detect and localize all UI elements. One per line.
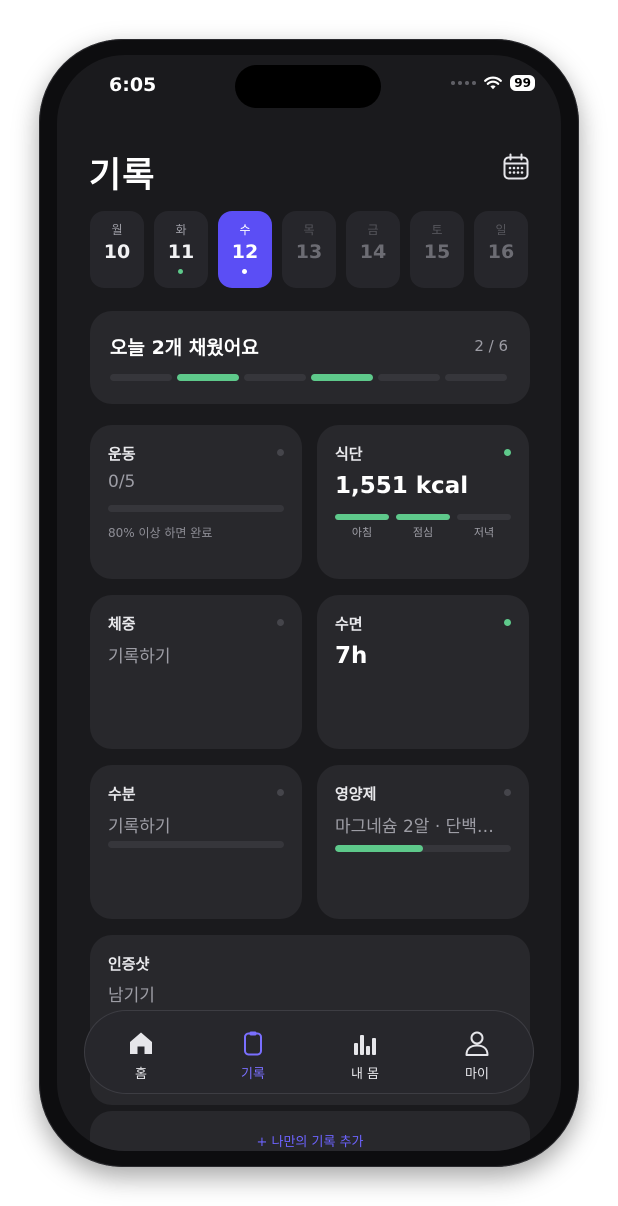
card-title: 수면 [335, 615, 363, 633]
signal-icon [451, 81, 477, 85]
status-icons: 99 [451, 75, 535, 91]
tab-my-body[interactable]: 내 몸 [315, 1011, 415, 1095]
status-dot [504, 449, 511, 456]
day-thu[interactable]: 목 13 [282, 211, 336, 288]
app-screen: 6:05 99 기록 월 10 화 11 수 12 목 13 금 14 토 15… [57, 55, 561, 1151]
card-title: 운동 [108, 445, 136, 463]
card-supplements[interactable]: 영양제 마그네슘 2알 · 단백… [317, 765, 529, 919]
day-fri[interactable]: 금 14 [346, 211, 400, 288]
tab-home[interactable]: 홈 [91, 1011, 191, 1095]
status-dot [504, 619, 511, 626]
phone-frame: 6:05 99 기록 월 10 화 11 수 12 목 13 금 14 토 15… [39, 39, 579, 1167]
day-sat[interactable]: 토 15 [410, 211, 464, 288]
weight-value: 기록하기 [108, 647, 171, 667]
home-icon [130, 1032, 152, 1054]
bar-chart-icon [354, 1035, 376, 1055]
progress-segment [378, 374, 440, 381]
meal-label: 점심 [412, 526, 434, 539]
meal-segment-breakfast [335, 514, 389, 520]
meal-label: 저녁 [473, 526, 495, 539]
summary-count: 2 / 6 [474, 337, 508, 355]
day-name: 토 [431, 223, 443, 237]
day-name: 화 [175, 223, 187, 237]
meal-label: 아침 [351, 526, 373, 539]
day-number: 14 [359, 241, 387, 263]
dynamic-island [235, 65, 381, 108]
exercise-value: 0/5 [108, 472, 136, 492]
day-name: 월 [111, 223, 123, 237]
progress-segment [110, 374, 172, 381]
calendar-icon[interactable] [501, 152, 531, 182]
sleep-value: 7h [335, 643, 368, 669]
card-title: 식단 [335, 445, 363, 463]
progress-segment [177, 374, 239, 381]
person-icon [465, 1031, 489, 1056]
page-title: 기록 [89, 156, 156, 196]
day-name: 금 [367, 223, 379, 237]
status-dot [277, 449, 284, 456]
day-sun[interactable]: 일 16 [474, 211, 528, 288]
day-number: 11 [167, 241, 195, 263]
diet-calories: 1,551 kcal [335, 473, 469, 499]
tab-records[interactable]: 기록 [203, 1011, 303, 1095]
exercise-note: 80% 이상 하면 완료 [108, 526, 213, 540]
day-number: 13 [295, 241, 323, 263]
status-dot [504, 789, 511, 796]
status-dot [277, 619, 284, 626]
tab-label: 내 몸 [350, 1067, 380, 1082]
battery-icon: 99 [510, 75, 535, 91]
water-value: 기록하기 [108, 817, 171, 837]
tab-label: 마이 [465, 1067, 489, 1082]
supplements-progress-bar [335, 845, 511, 852]
meal-segment-dinner [457, 514, 511, 520]
daily-summary-card: 오늘 2개 채웠어요 2 / 6 [90, 311, 530, 404]
water-progress-bar [108, 841, 284, 848]
card-title: 체중 [108, 615, 136, 633]
tab-bar: 홈 기록 내 몸 마이 [84, 1010, 534, 1094]
clipboard-icon [244, 1031, 262, 1056]
card-water[interactable]: 수분 기록하기 [90, 765, 302, 919]
supplements-value: 마그네슘 2알 · 단백… [335, 817, 494, 837]
day-number: 15 [423, 241, 451, 263]
tab-label: 기록 [241, 1067, 265, 1082]
status-dot [277, 789, 284, 796]
progress-segment [244, 374, 306, 381]
card-exercise[interactable]: 운동 0/5 80% 이상 하면 완료 [90, 425, 302, 579]
day-name: 목 [303, 223, 315, 237]
wifi-icon [484, 76, 503, 90]
day-name: 일 [495, 223, 507, 237]
day-wed[interactable]: 수 12 [218, 211, 272, 288]
card-diet[interactable]: 식단 1,551 kcal 아침 점심 저녁 [317, 425, 529, 579]
record-dot [178, 269, 183, 274]
add-custom-record-button[interactable]: + 나만의 기록 추가 [90, 1111, 530, 1151]
card-title: 인증샷 [108, 955, 150, 973]
progress-segment [445, 374, 507, 381]
summary-text: 오늘 2개 채웠어요 [110, 337, 259, 359]
day-number: 10 [103, 241, 131, 263]
card-weight[interactable]: 체중 기록하기 [90, 595, 302, 749]
card-sleep[interactable]: 수면 7h [317, 595, 529, 749]
card-title: 영양제 [335, 785, 377, 803]
record-dot [242, 269, 247, 274]
photo-value: 남기기 [108, 986, 155, 1006]
day-name: 수 [239, 223, 251, 237]
tab-label: 홈 [135, 1067, 147, 1082]
exercise-progress-bar [108, 505, 284, 512]
progress-segment [311, 374, 373, 381]
tab-my-page[interactable]: 마이 [427, 1011, 527, 1095]
add-custom-label: + 나만의 기록 추가 [256, 1135, 364, 1150]
status-time: 6:05 [109, 74, 157, 96]
day-tue[interactable]: 화 11 [154, 211, 208, 288]
day-number: 16 [487, 241, 515, 263]
day-number: 12 [231, 241, 259, 263]
day-mon[interactable]: 월 10 [90, 211, 144, 288]
meal-segment-lunch [396, 514, 450, 520]
card-title: 수분 [108, 785, 136, 803]
